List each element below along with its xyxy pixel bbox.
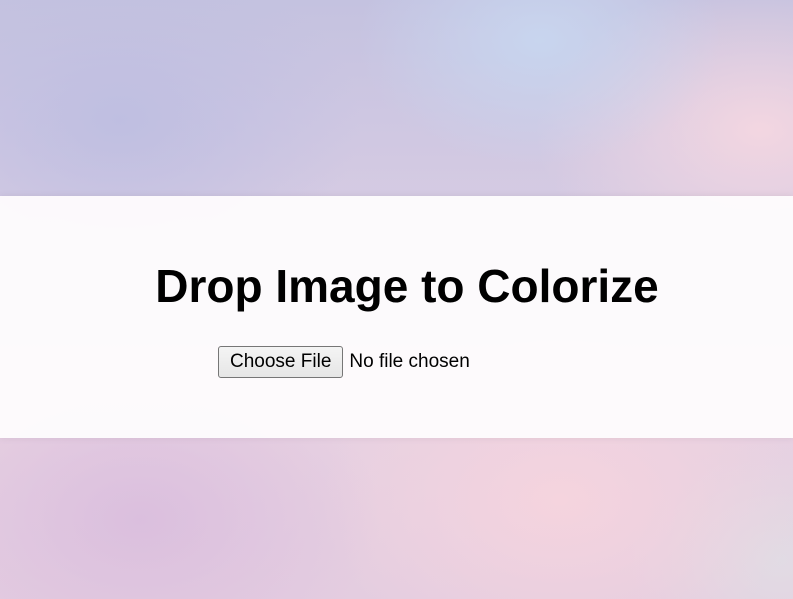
drop-zone[interactable]: Drop Image to Colorize Choose File No fi… [0,196,793,438]
file-input[interactable]: Choose File No file chosen [218,346,470,378]
drop-zone-title: Drop Image to Colorize [155,260,659,312]
file-status-text: No file chosen [349,351,470,372]
choose-file-button[interactable]: Choose File [218,346,344,378]
page-background: Drop Image to Colorize Choose File No fi… [0,0,793,599]
